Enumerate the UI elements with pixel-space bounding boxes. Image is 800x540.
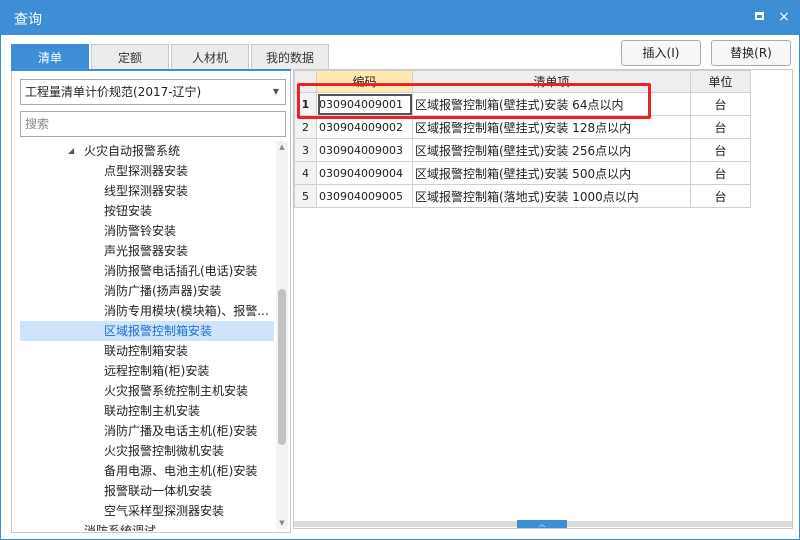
maximize-icon[interactable] (752, 9, 768, 25)
code-cell[interactable]: 030904009005 (316, 184, 413, 208)
tab-my-data[interactable]: 我的数据 (251, 44, 329, 70)
insert-button[interactable]: 插入(I) (621, 40, 701, 66)
collapse-triangle-icon[interactable]: ◢ (68, 141, 74, 161)
category-tree: ◢ 火灾自动报警系统 点型探测器安装 线型探测器安装 按钮安装 消防警铃安装 声… (20, 141, 274, 531)
tab-bill[interactable]: 清单 (11, 44, 89, 70)
tree-item[interactable]: 消防专用模块(模块箱)、报警... (20, 301, 274, 321)
column-header-unit[interactable]: 单位 (690, 70, 751, 93)
code-cell[interactable]: 030904009004 (316, 161, 413, 185)
unit-cell[interactable]: 台 (690, 161, 751, 185)
spec-select[interactable]: 工程量清单计价规范(2017-辽宁) ▼ (20, 79, 286, 105)
splitter-grip-icon[interactable]: ︿ (517, 520, 567, 528)
unit-cell[interactable]: 台 (690, 92, 751, 116)
window-title: 查询 (14, 12, 42, 28)
table-row[interactable]: 3 030904009003 区域报警控制箱(壁挂式)安装 256点以内 台 (294, 138, 751, 162)
code-cell[interactable]: 030904009003 (316, 138, 413, 162)
title-bar[interactable]: 查询 × (1, 1, 799, 35)
replace-button[interactable]: 替换(R) (711, 40, 791, 66)
tree-node-partial[interactable]: 消防系统调试 (20, 521, 274, 531)
scrollbar-thumb[interactable] (278, 289, 286, 445)
tree-item[interactable]: 声光报警器安装 (20, 241, 274, 261)
spec-select-value: 工程量清单计价规范(2017-辽宁) (25, 85, 202, 99)
row-number[interactable]: 3 (294, 138, 317, 162)
tree-item[interactable]: 消防广播及电话主机(柜)安装 (20, 421, 274, 441)
tab-materials[interactable]: 人材机 (171, 44, 249, 70)
query-dialog: 查询 × 清单 定额 人材机 我的数据 工程量清单计价规范(2017-辽宁) ▼… (0, 0, 800, 540)
scroll-up-icon[interactable]: ▲ (276, 141, 288, 153)
tree-item[interactable]: 点型探测器安装 (20, 161, 274, 181)
search-input[interactable] (20, 111, 286, 137)
unit-cell[interactable]: 台 (690, 184, 751, 208)
tree-item[interactable]: 备用电源、电池主机(柜)安装 (20, 461, 274, 481)
unit-cell[interactable]: 台 (690, 138, 751, 162)
tree-item[interactable]: 消防报警电话插孔(电话)安装 (20, 261, 274, 281)
chevron-down-icon: ▼ (272, 87, 279, 96)
unit-cell[interactable]: 台 (690, 115, 751, 139)
left-panel: 工程量清单计价规范(2017-辽宁) ▼ ◢ 火灾自动报警系统 点型探测器安装 … (11, 71, 291, 533)
tree-item[interactable]: 按钮安装 (20, 201, 274, 221)
row-number[interactable]: 4 (294, 161, 317, 185)
tree-item[interactable]: 联动控制箱安装 (20, 341, 274, 361)
tree-item[interactable]: 报警联动一体机安装 (20, 481, 274, 501)
tree-item[interactable]: 消防警铃安装 (20, 221, 274, 241)
scroll-down-icon[interactable]: ▼ (276, 517, 288, 529)
tree-scrollbar[interactable]: ▲ ▼ (276, 141, 288, 529)
tree-item-selected[interactable]: 区域报警控制箱安装 (20, 321, 274, 341)
tree-item[interactable]: 空气采样型探测器安装 (20, 501, 274, 521)
tree-item[interactable]: 线型探测器安装 (20, 181, 274, 201)
results-grid: 编码 清单项 单位 1 030904009001 区域报警控制箱(壁挂式)安装 … (293, 69, 793, 529)
tree-item[interactable]: 联动控制主机安装 (20, 401, 274, 421)
tree-item[interactable]: 火灾报警系统控制主机安装 (20, 381, 274, 401)
close-icon[interactable]: × (776, 9, 792, 25)
table-row[interactable]: 4 030904009004 区域报警控制箱(壁挂式)安装 500点以内 台 (294, 161, 751, 185)
tree-item[interactable]: 火灾报警控制微机安装 (20, 441, 274, 461)
tree-node-fire-alarm-system[interactable]: ◢ 火灾自动报警系统 (20, 141, 274, 161)
row-number[interactable]: 5 (294, 184, 317, 208)
tree-item[interactable]: 消防广播(扬声器)安装 (20, 281, 274, 301)
item-cell[interactable]: 区域报警控制箱(落地式)安装 1000点以内 (412, 184, 691, 208)
maximize-box (755, 12, 764, 20)
item-cell[interactable]: 区域报警控制箱(壁挂式)安装 500点以内 (412, 161, 691, 185)
tab-quota[interactable]: 定额 (91, 44, 169, 70)
annotation-highlight-box (297, 83, 651, 119)
tree-item[interactable]: 远程控制箱(柜)安装 (20, 361, 274, 381)
item-cell[interactable]: 区域报警控制箱(壁挂式)安装 256点以内 (412, 138, 691, 162)
table-row[interactable]: 5 030904009005 区域报警控制箱(落地式)安装 1000点以内 台 (294, 184, 751, 208)
